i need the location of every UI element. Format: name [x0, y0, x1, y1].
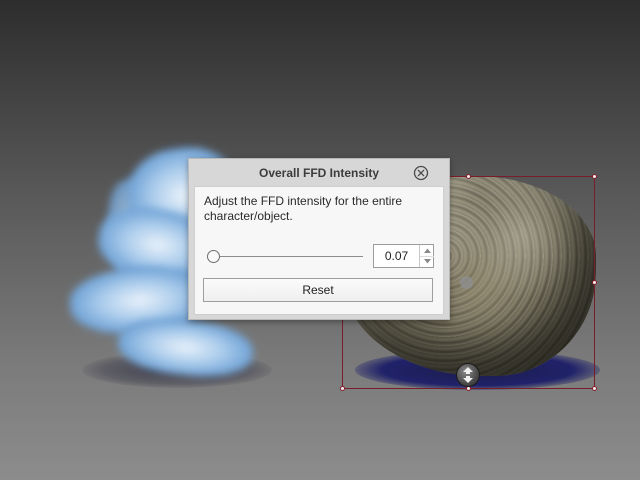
spin-buttons: [419, 245, 434, 267]
chevron-down-icon: [423, 259, 431, 264]
selection-handle[interactable]: [592, 386, 597, 391]
selection-handle[interactable]: [592, 174, 597, 179]
intensity-spinbox[interactable]: [373, 244, 434, 268]
selection-handle[interactable]: [592, 280, 597, 285]
intensity-value-input[interactable]: [374, 245, 419, 267]
decrement-button[interactable]: [420, 256, 434, 267]
chevron-up-icon: [423, 248, 431, 253]
move-arrows-icon: [463, 367, 473, 383]
dialog-description: Adjust the FFD intensity for the entire …: [204, 194, 403, 223]
move-gizmo[interactable]: [456, 363, 480, 387]
selection-handle[interactable]: [340, 386, 345, 391]
reset-button[interactable]: Reset: [203, 278, 433, 302]
dialog-body: Adjust the FFD intensity for the entire …: [194, 186, 444, 315]
close-circle-icon: [413, 165, 429, 181]
intensity-slider-thumb[interactable]: [207, 250, 220, 263]
dialog-title: Overall FFD Intensity: [258, 166, 380, 180]
close-button[interactable]: [413, 165, 429, 181]
selection-handle[interactable]: [466, 174, 471, 179]
intensity-slider-track[interactable]: [213, 256, 363, 257]
ffd-intensity-dialog: Overall FFD Intensity Adjust the FFD int…: [188, 158, 450, 320]
